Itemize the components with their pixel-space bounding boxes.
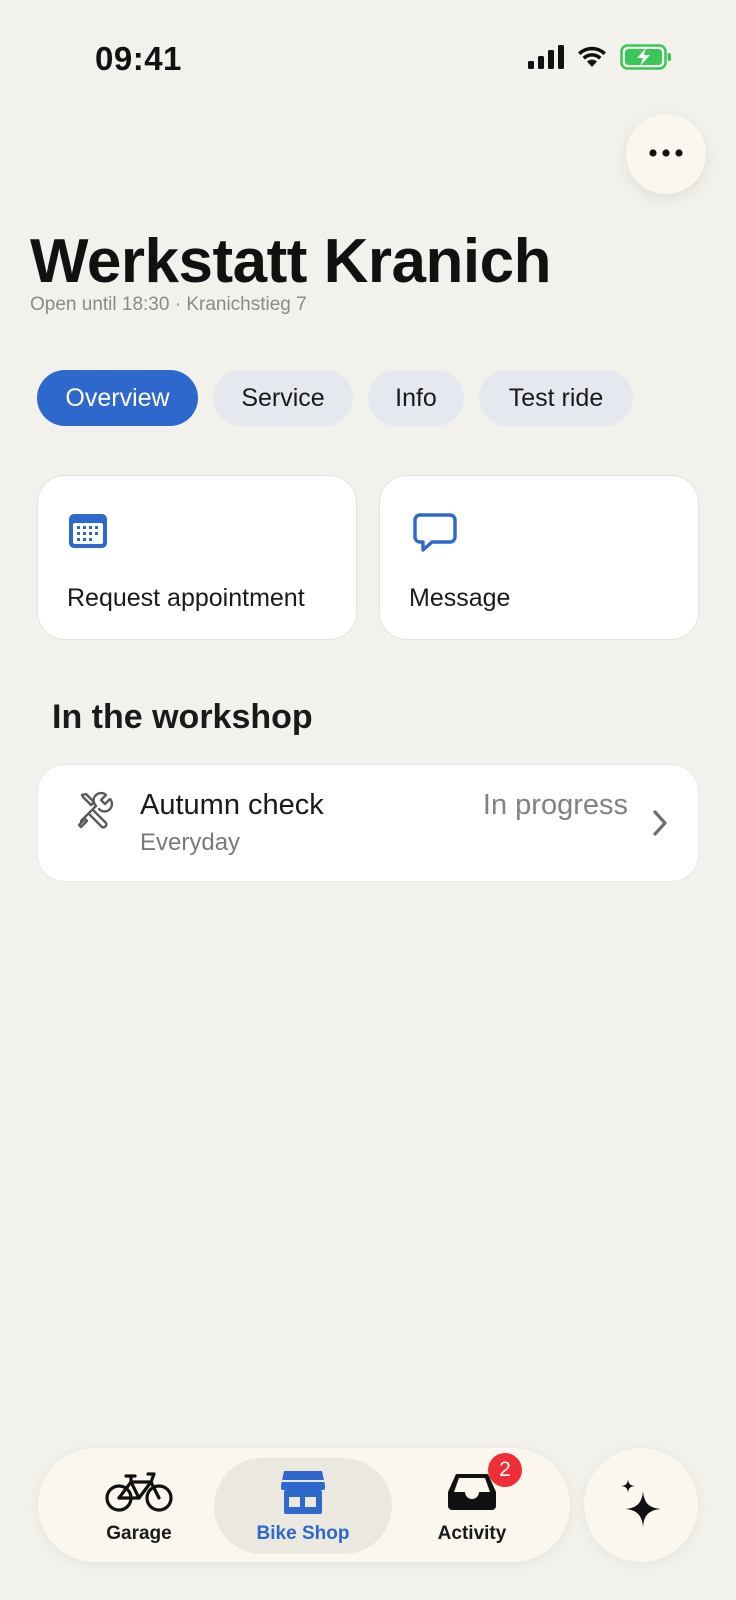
- inbox-icon: 2: [446, 1453, 522, 1517]
- ellipsis-icon: [648, 145, 684, 163]
- tab-bar-label: Activity: [437, 1523, 507, 1544]
- request-appointment-label: Request appointment: [67, 584, 305, 612]
- workshop-item-subtitle: Everyday: [140, 829, 241, 856]
- message-card[interactable]: Message: [379, 475, 699, 640]
- tab-bar-garage[interactable]: Garage: [50, 1458, 228, 1554]
- wifi-icon: [576, 45, 608, 74]
- more-options-button[interactable]: [626, 114, 706, 194]
- status-bar: 09:41: [0, 0, 736, 120]
- tab-info[interactable]: Info: [368, 370, 464, 426]
- sparkle-icon: [619, 1477, 663, 1534]
- status-icons: [528, 44, 672, 75]
- tab-bar-label: Garage: [106, 1523, 172, 1544]
- signal-icon: [528, 45, 564, 74]
- page-title: Werkstatt Kranich: [30, 227, 551, 296]
- tools-icon: [76, 791, 114, 834]
- tab-service[interactable]: Service: [213, 370, 353, 426]
- status-time: 09:41: [95, 40, 182, 77]
- workshop-item-autumn-check[interactable]: Autumn check Everyday In progress: [37, 764, 699, 882]
- workshop-item-status: In progress: [482, 789, 628, 821]
- shop-hours-address: Open until 18:30 · Kranichstieg 7: [30, 294, 307, 315]
- tab-overview[interactable]: Overview: [37, 370, 198, 426]
- chat-bubble-icon: [412, 512, 458, 559]
- assistant-button[interactable]: [584, 1448, 698, 1562]
- section-heading-workshop: In the workshop: [52, 698, 313, 736]
- request-appointment-card[interactable]: Request appointment: [37, 475, 357, 640]
- tab-test-ride[interactable]: Test ride: [479, 370, 633, 426]
- chevron-right-icon: [652, 809, 668, 842]
- tab-bar-bike-shop[interactable]: Bike Shop: [214, 1458, 392, 1554]
- battery-charging-icon: [620, 44, 672, 75]
- notification-badge: 2: [488, 1453, 522, 1487]
- bottom-tab-bar: Garage Bike Shop 2 Activity: [38, 1448, 570, 1562]
- message-label: Message: [409, 584, 511, 612]
- tab-row: Overview Service Info Test ride: [37, 370, 633, 426]
- workshop-item-title: Autumn check: [140, 789, 324, 821]
- tab-bar-label: Bike Shop: [256, 1523, 350, 1544]
- calendar-icon: [68, 512, 110, 555]
- storefront-icon: [280, 1467, 326, 1517]
- tab-bar-activity[interactable]: 2 Activity: [383, 1453, 561, 1554]
- bicycle-icon: [104, 1467, 174, 1517]
